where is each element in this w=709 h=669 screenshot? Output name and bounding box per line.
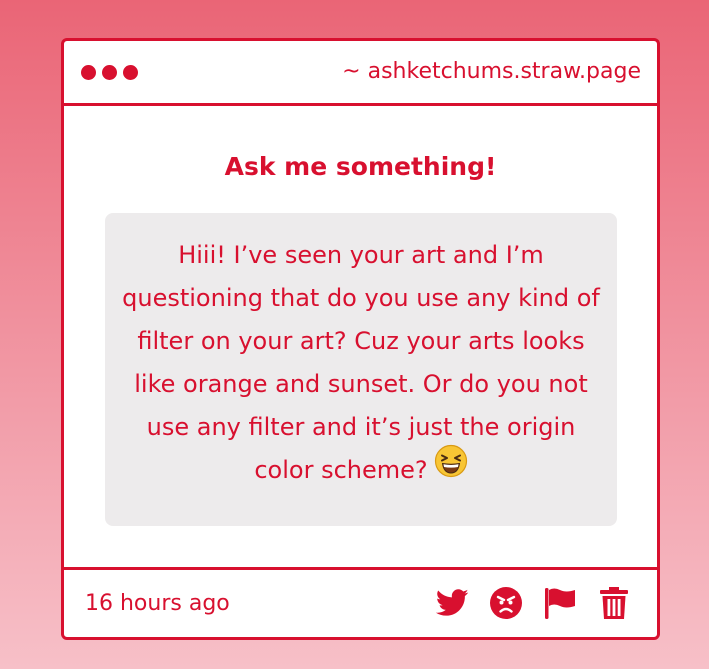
question-bubble: Hiii! I’ve seen your art and I’m questio… <box>105 213 617 526</box>
twitter-icon <box>435 589 469 621</box>
report-button[interactable] <box>543 588 577 622</box>
window-controls <box>81 65 138 80</box>
grinning-squinting-face-icon <box>434 444 468 492</box>
post-footer: 16 hours ago <box>64 567 657 637</box>
action-bar <box>435 587 631 623</box>
ask-window: ~ ashketchums.straw.page Ask me somethin… <box>61 38 660 640</box>
trash-icon <box>600 587 628 623</box>
window-dot[interactable] <box>81 65 96 80</box>
window-dot[interactable] <box>123 65 138 80</box>
flag-icon <box>544 587 576 623</box>
question-text: Hiii! I’ve seen your art and I’m questio… <box>122 241 600 484</box>
page-title: Ask me something! <box>224 152 497 181</box>
question-text-wrap: Hiii! I’ve seen your art and I’m questio… <box>119 234 603 492</box>
title-bar: ~ ashketchums.straw.page <box>64 41 657 106</box>
share-twitter-button[interactable] <box>435 588 469 622</box>
delete-button[interactable] <box>597 587 631 623</box>
window-dot[interactable] <box>102 65 117 80</box>
content-area: Ask me something! Hiii! I’ve seen your a… <box>64 106 657 567</box>
angry-face-icon <box>490 587 522 623</box>
page-url[interactable]: ~ ashketchums.straw.page <box>342 59 641 84</box>
block-user-button[interactable] <box>489 587 523 623</box>
timestamp: 16 hours ago <box>85 591 230 616</box>
